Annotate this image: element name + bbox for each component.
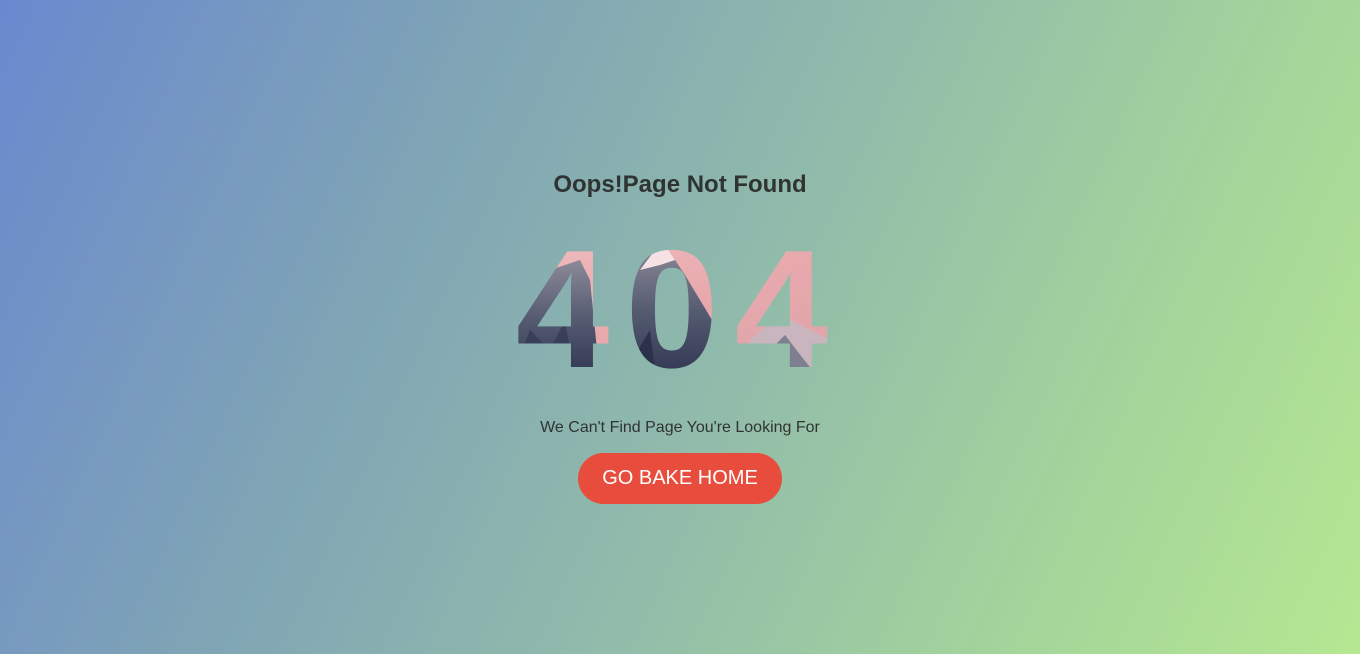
error-message: We Can't Find Page You're Looking For <box>540 419 820 436</box>
error-code-text: 404 <box>516 230 844 380</box>
error-page: Oops!Page Not Found 404 We Can't Find Pa… <box>0 0 1360 654</box>
go-home-button[interactable]: GO BAKE HOME <box>578 453 782 504</box>
error-code-graphic: 404 <box>480 230 880 380</box>
page-title: Oops!Page Not Found <box>553 171 807 198</box>
